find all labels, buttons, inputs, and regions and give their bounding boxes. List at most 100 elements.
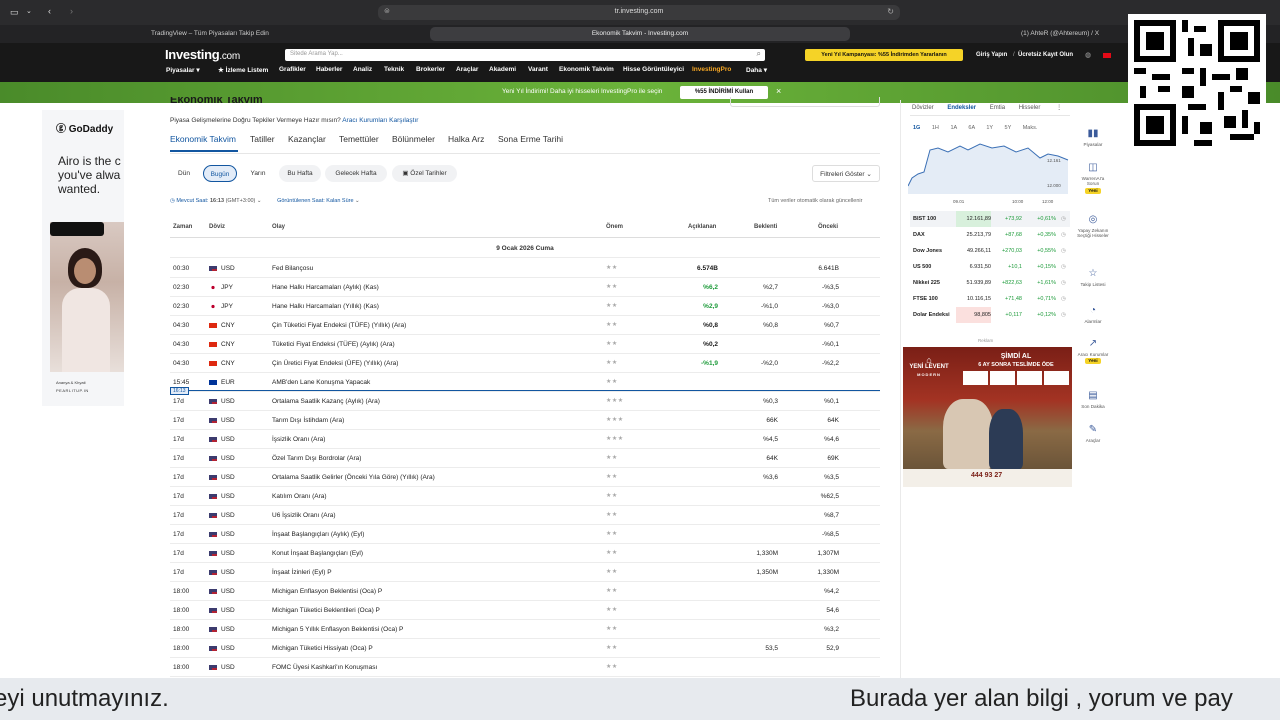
reload-icon[interactable]: ↻ bbox=[887, 7, 894, 16]
mtab-dovizler[interactable]: Dövizler bbox=[912, 105, 934, 111]
filter-dun[interactable]: Dün bbox=[170, 165, 198, 182]
range-5y[interactable]: 5Y bbox=[1005, 125, 1012, 131]
rail-item[interactable]: ▮▮ Piyasalar bbox=[1076, 128, 1110, 147]
nav-araclar[interactable]: Araçlar bbox=[456, 66, 478, 73]
site-search[interactable]: Sitede Arama Yap... ⌕ bbox=[285, 49, 765, 61]
index-row[interactable]: Dolar Endeksi 98,805 +0,117 +0,12% ◷ bbox=[910, 307, 1070, 323]
filter-bugun[interactable]: Bugün bbox=[203, 165, 237, 182]
rail-item[interactable]: ▤ Son Dakika bbox=[1076, 390, 1110, 409]
display-time-select[interactable]: Görüntülenen Saat: Kalan Süre bbox=[277, 198, 353, 204]
range-1g[interactable]: 1G bbox=[913, 125, 920, 131]
range-1h[interactable]: 1H bbox=[932, 125, 939, 131]
event-title[interactable]: U6 İşsizlik Oranı (Ara) bbox=[272, 506, 336, 525]
index-row[interactable]: FTSE 100 10.116,15 +71,48 +0,71% ◷ bbox=[910, 291, 1070, 307]
sidebar-toggle-icon[interactable]: ▭ bbox=[10, 7, 19, 18]
table-row[interactable]: 17d USD Özel Tarım Dışı Bordrolar (Ara) ★★ 6… bbox=[170, 449, 880, 468]
event-title[interactable]: Ortalama Saatlik Kazanç (Aylık) (Ara) bbox=[272, 392, 380, 411]
table-row[interactable]: 04:30 CNY Çin Tüketici Fiyat Endeksi (TÜFE… bbox=[170, 316, 880, 335]
index-row[interactable]: BIST 100 12.161,89 +73,92 +0,61% ◷ bbox=[910, 211, 1070, 227]
table-row[interactable]: 17d USD İnşaat Başlangıçları (Aylık) (Eyl)… bbox=[170, 525, 880, 544]
globe-icon[interactable]: ◍ bbox=[1085, 51, 1091, 59]
table-row[interactable]: 17d USD Ortalama Saatlik Kazanç (Aylık) (A… bbox=[170, 392, 880, 411]
index-row[interactable]: DAX 25.213,79 +87,68 +0,35% ◷ bbox=[910, 227, 1070, 243]
tab-sona-erme[interactable]: Sona Erme Tarihi bbox=[498, 134, 563, 144]
tab-tatiller[interactable]: Tatiller bbox=[250, 134, 275, 144]
table-row[interactable]: 18:00 USD FOMC Üyesi Kashkari'ın Konuşması… bbox=[170, 658, 880, 677]
login-link[interactable]: Giriş Yapın bbox=[976, 52, 1007, 58]
rail-item[interactable]: ◫ WarrenAI'a Sorun Yeni bbox=[1076, 162, 1110, 194]
nav-investingpro[interactable]: InvestingPro bbox=[692, 66, 731, 73]
more-vert-icon[interactable]: ⋮ bbox=[1056, 105, 1062, 111]
tab-halka-arz[interactable]: Halka Arz bbox=[448, 134, 484, 144]
event-title[interactable]: FOMC Üyesi Kashkari'ın Konuşması bbox=[272, 658, 377, 677]
nav-daha[interactable]: Daha ▾ bbox=[746, 66, 767, 74]
nav-akademi[interactable]: Akademi bbox=[489, 66, 516, 73]
rail-item[interactable]: ☆ Takip Listesi bbox=[1076, 268, 1110, 287]
table-row[interactable]: 04:30 CNY Tüketici Fiyat Endeksi (TÜFE) (A… bbox=[170, 335, 880, 354]
table-row[interactable]: 18:00 USD Michigan Tüketici Hissiyatı (Oca… bbox=[170, 639, 880, 658]
current-time-label[interactable]: Mevcut Saat: bbox=[176, 198, 208, 204]
nav-grafikler[interactable]: Grafikler bbox=[279, 66, 306, 73]
address-bar[interactable]: ⊜ tr.investing.com ↻ bbox=[378, 5, 900, 20]
rail-item[interactable]: ◔ Alarmlar bbox=[1076, 305, 1110, 324]
event-title[interactable]: İşsizlik Oranı (Ara) bbox=[272, 430, 325, 449]
table-row[interactable]: 02:30 JPY Hane Halkı Harcamaları (Aylık) (… bbox=[170, 278, 880, 297]
nav-teknik[interactable]: Teknik bbox=[384, 66, 404, 73]
event-title[interactable]: Tüketici Fiyat Endeksi (TÜFE) (Aylık) (A… bbox=[272, 335, 395, 354]
mtab-hisseler[interactable]: Hisseler bbox=[1019, 105, 1041, 111]
range-6a[interactable]: 6A bbox=[968, 125, 974, 131]
event-title[interactable]: Özel Tarım Dışı Bordrolar (Ara) bbox=[272, 449, 361, 468]
tab-ekonomik-takvim[interactable]: Ekonomik Takvim bbox=[170, 134, 236, 144]
tab-investing[interactable]: Ekonomik Takvim - Investing.com bbox=[430, 27, 850, 41]
event-title[interactable]: Michigan 5 Yıllık Enflasyon Beklentisi (… bbox=[272, 620, 403, 639]
tab-bolunmeler[interactable]: Bölünmeler bbox=[392, 134, 435, 144]
nav-izleme-listem[interactable]: ★ İzleme Listem bbox=[218, 66, 268, 74]
filter-yarin[interactable]: Yarın bbox=[242, 165, 274, 182]
table-row[interactable]: 17d USD İşsizlik Oranı (Ara) ★★★ %4,5 %4,6 bbox=[170, 430, 880, 449]
event-title[interactable]: Hane Halkı Harcamaları (Aylık) (Kas) bbox=[272, 278, 379, 297]
range-1y[interactable]: 1Y bbox=[986, 125, 993, 131]
table-row[interactable]: 02:30 JPY Hane Halkı Harcamaları (Yıllık) … bbox=[170, 297, 880, 316]
rail-item[interactable]: ✎ Araçlar bbox=[1076, 424, 1110, 443]
table-row[interactable]: 17d USD Tarım Dışı İstihdam (Ara) ★★★ 66K 64K bbox=[170, 411, 880, 430]
search-input[interactable]: Sitede Arama Yap... bbox=[290, 51, 343, 57]
mtab-endeksler[interactable]: Endeksler bbox=[947, 105, 976, 111]
tab-kazanclar[interactable]: Kazançlar bbox=[288, 134, 326, 144]
nav-analiz[interactable]: Analiz bbox=[353, 66, 372, 73]
chevron-down-icon[interactable]: ⌄ bbox=[26, 7, 32, 15]
table-row[interactable]: 17d USD U6 İşsizlik Oranı (Ara) ★★ %8,7 bbox=[170, 506, 880, 525]
nav-piyasalar[interactable]: Piyasalar ▾ bbox=[166, 66, 200, 74]
rail-item[interactable]: ↗ Aracı Kurumlar Yeni bbox=[1076, 338, 1110, 364]
nav-hisse-goruntuleyici[interactable]: Hisse Görüntüleyici bbox=[623, 66, 684, 73]
event-title[interactable]: Çin Üretici Fiyat Endeksi (ÜFE) (Yıllık)… bbox=[272, 354, 398, 373]
table-row[interactable]: 17d USD İnşaat İzinleri (Eyl) P ★★ 1,350M 1,3… bbox=[170, 563, 880, 582]
table-row[interactable]: 17d USD Ortalama Saatlik Gelirler (Önceki … bbox=[170, 468, 880, 487]
nav-ekonomik-takvim[interactable]: Ekonomik Takvim bbox=[559, 66, 614, 73]
tab-x[interactable]: (1) AhteR (@Ahtereum) / X bbox=[1015, 27, 1125, 41]
nav-haberler[interactable]: Haberler bbox=[316, 66, 342, 73]
index-row[interactable]: Dow Jones 49.266,11 +270,03 +0,55% ◷ bbox=[910, 243, 1070, 259]
broker-compare-link[interactable]: Aracı Kurumları Karşılaştır bbox=[342, 117, 418, 124]
tab-temettuler[interactable]: Temettüler bbox=[339, 134, 379, 144]
event-title[interactable]: Hane Halkı Harcamaları (Yıllık) (Kas) bbox=[272, 297, 379, 316]
event-title[interactable]: İnşaat İzinleri (Eyl) P bbox=[272, 563, 332, 582]
filters-button[interactable]: Filtreleri Göster ⌄ bbox=[812, 165, 880, 182]
close-icon[interactable]: × bbox=[776, 86, 781, 96]
campaign-button[interactable]: Yeni Yıl Kampanyası: %55 İndirimden Yara… bbox=[805, 49, 963, 61]
table-row[interactable]: 18:00 USD Michigan 5 Yıllık Enflasyon Bekl… bbox=[170, 620, 880, 639]
event-title[interactable]: Katılım Oranı (Ara) bbox=[272, 487, 327, 506]
filter-ozel-tarihler[interactable]: ▣ Özel Tarihler bbox=[392, 165, 457, 182]
range-1a[interactable]: 1A bbox=[950, 125, 956, 131]
table-row[interactable]: 17d USD Katılım Oranı (Ara) ★★ %62,5 bbox=[170, 487, 880, 506]
forward-icon[interactable]: › bbox=[70, 6, 73, 16]
event-title[interactable]: Ortalama Saatlik Gelirler (Önceki Yıla G… bbox=[272, 468, 435, 487]
event-title[interactable]: Michigan Tüketici Beklentileri (Oca) P bbox=[272, 601, 380, 620]
table-row[interactable]: 18:00 USD Michigan Tüketici Beklentileri (… bbox=[170, 601, 880, 620]
table-row[interactable]: 17d USD Konut İnşaat Başlangıçları (Eyl) ★★… bbox=[170, 544, 880, 563]
event-title[interactable]: Konut İnşaat Başlangıçları (Eyl) bbox=[272, 544, 363, 563]
nav-brokerler[interactable]: Brokerler bbox=[416, 66, 445, 73]
tab-tradingview[interactable]: TradingView – Tüm Piyasaları Takip Edin bbox=[145, 27, 425, 41]
search-icon[interactable]: ⌕ bbox=[757, 49, 761, 59]
table-row[interactable]: 00:30 USD Fed Bilançosu ★★ 6.574B 6.641B bbox=[170, 259, 880, 278]
event-title[interactable]: Çin Tüketici Fiyat Endeksi (TÜFE) (Yıllı… bbox=[272, 316, 406, 335]
